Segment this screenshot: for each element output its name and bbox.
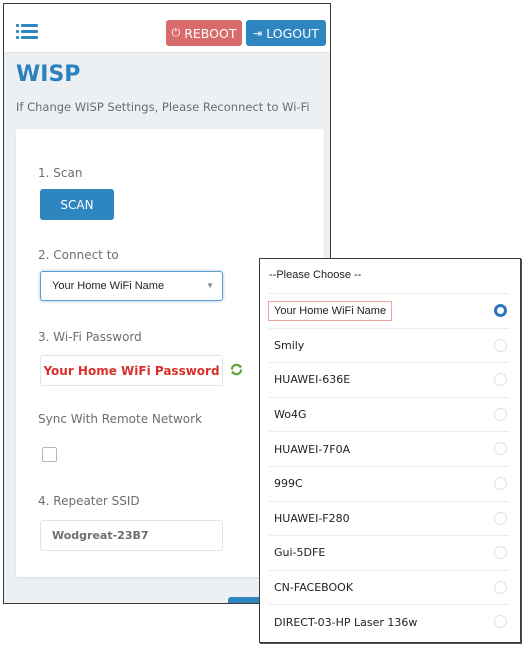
logout-label: LOGOUT [266,25,319,41]
reboot-button[interactable]: ⏻ REBOOT [166,20,242,46]
option-label: CN-FACEBOOK [274,581,354,595]
connect-label: 2. Connect to [38,248,119,262]
sync-checkbox[interactable] [42,447,57,462]
scan-button[interactable]: SCAN [40,189,114,220]
sync-label: Sync With Remote Network [38,412,203,426]
option-label: Wo4G [274,408,307,422]
network-select-value: Your Home WiFi Name [52,280,165,292]
dropdown-placeholder[interactable]: --Please Choose -- [269,269,361,281]
repeater-ssid-input[interactable]: Wodgreat-23B7 [40,520,223,551]
scan-label: 1. Scan [38,166,83,180]
option-label: DIRECT-03-HP Laser 136w [274,615,418,629]
radio-unselected-icon[interactable] [494,546,507,560]
dropdown-option[interactable]: DIRECT-03-HP Laser 136w [269,604,509,639]
dropdown-option[interactable]: HUAWEI-636E [269,362,509,397]
dropdown-option[interactable]: Wo4G [269,396,509,432]
password-label: 3. Wi-Fi Password [38,330,142,344]
hamburger-menu-icon[interactable] [16,24,38,40]
ssid-label: 4. Repeater SSID [38,494,140,508]
radio-unselected-icon[interactable] [494,477,507,490]
option-label: Smily [274,338,305,352]
radio-unselected-icon[interactable] [494,338,507,352]
refresh-icon[interactable] [230,363,243,376]
page-subtitle: If Change WISP Settings, Please Reconnec… [16,100,310,114]
dropdown-option[interactable]: 999C [269,466,509,501]
option-label: Gui-5DFE [274,546,326,560]
option-label: Your Home WiFi Name [268,300,393,321]
radio-unselected-icon[interactable] [494,580,507,594]
radio-unselected-icon[interactable] [494,442,507,456]
power-icon: ⏻ [171,26,181,39]
network-dropdown: --Please Choose -- Your Home WiFi Name Sm… [259,258,521,643]
top-bar: ⏻ REBOOT ⇥ LOGOUT [4,4,330,53]
option-label: HUAWEI-636E [274,373,351,387]
radio-unselected-icon[interactable] [494,615,507,629]
option-label: 999C [274,477,303,491]
password-input[interactable]: Your Home WiFi Password [40,355,223,386]
option-label: HUAWEI-F280 [274,511,350,525]
dropdown-option[interactable]: Gui-5DFE [269,535,509,570]
option-label: HUAWEI-7F0A [274,442,351,456]
radio-unselected-icon[interactable] [494,407,507,421]
dropdown-option[interactable]: CN-FACEBOOK [269,569,509,605]
dropdown-option[interactable]: Your Home WiFi Name [268,293,509,328]
radio-unselected-icon[interactable] [494,511,507,525]
reboot-label: REBOOT [184,25,237,41]
radio-unselected-icon[interactable] [494,373,507,387]
network-select[interactable]: Your Home WiFi Name ▼ [40,271,223,301]
dropdown-option[interactable]: HUAWEI-7F0A [269,431,509,466]
page-title: WISP [16,62,81,87]
logout-button[interactable]: ⇥ LOGOUT [246,20,326,46]
dropdown-option[interactable]: Smily [269,327,509,363]
logout-icon: ⇥ [253,26,263,40]
select-arrow-icon: ▼ [206,281,214,290]
dropdown-option[interactable]: HUAWEI-F280 [269,500,509,536]
radio-selected-icon[interactable] [494,304,507,317]
